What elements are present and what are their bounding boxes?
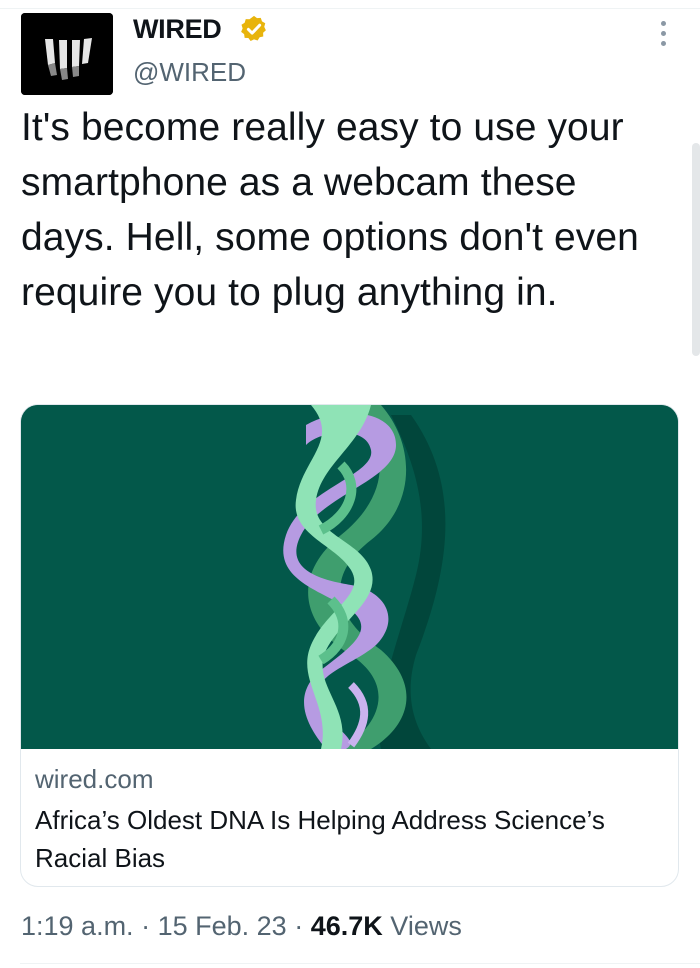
wired-logo-icon <box>21 13 113 95</box>
views-count: 46.7K <box>310 911 383 941</box>
tweet-date[interactable]: 15 Feb. 23 <box>158 911 287 941</box>
author-name[interactable]: WIRED <box>133 12 222 46</box>
tweet-meta: 1:19 a.m. · 15 Feb. 23 · 46.7K Views <box>21 908 462 944</box>
views-label: Views <box>390 911 462 941</box>
top-divider <box>0 8 700 9</box>
author-avatar[interactable] <box>21 13 113 95</box>
dna-helix-image <box>21 405 678 749</box>
scrollbar[interactable] <box>692 143 700 356</box>
verified-badge-icon <box>241 15 266 41</box>
more-vertical-icon[interactable] <box>653 18 673 48</box>
tweet-text: It's become really easy to use your smar… <box>21 106 639 314</box>
card-domain: wired.com <box>35 764 154 794</box>
meta-separator: · <box>141 911 151 941</box>
card-title[interactable]: Africa’s Oldest DNA Is Helping Address S… <box>35 801 655 877</box>
author-handle[interactable]: @WIRED <box>133 56 246 88</box>
link-card[interactable]: wired.com Africa’s Oldest DNA Is Helping… <box>20 404 679 887</box>
tweet-time[interactable]: 1:19 a.m. <box>21 911 134 941</box>
meta-separator: · <box>294 911 304 941</box>
card-image[interactable] <box>21 405 678 749</box>
bottom-divider <box>20 963 700 964</box>
